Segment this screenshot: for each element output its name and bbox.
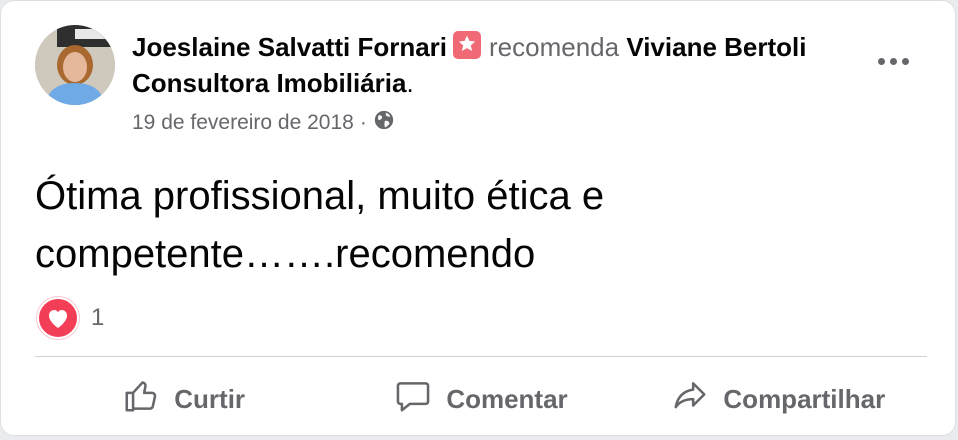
post-body: Ótima profissional, muito ética e compet… (35, 174, 605, 276)
like-icon (122, 377, 174, 422)
post-meta: 19 de fevereiro de 2018 · (132, 109, 395, 137)
meta-separator: · (359, 111, 367, 134)
author-name-link[interactable]: Joeslaine Salvatti Fornari (132, 32, 447, 62)
page-name-suffix: . (406, 68, 414, 98)
post-header: Joeslaine Salvatti Fornari recomenda Vivi… (132, 29, 832, 101)
share-label: Compartilhar (723, 383, 886, 414)
comment-icon (394, 377, 446, 422)
comment-label: Comentar (446, 383, 568, 414)
recommend-star-icon (453, 31, 482, 59)
post-actions-bar: Curtir Comentar Compartilhar (35, 365, 927, 433)
more-dot (901, 57, 909, 65)
share-button[interactable]: Compartilhar (630, 365, 927, 433)
author-avatar[interactable] (35, 25, 115, 105)
actions-divider (35, 356, 927, 357)
share-icon (671, 377, 723, 422)
recommend-verb: recomenda (489, 32, 620, 62)
like-button[interactable]: Curtir (35, 365, 332, 433)
reaction-count: 1 (91, 304, 105, 331)
comment-button[interactable]: Comentar (332, 365, 629, 433)
more-dot (889, 57, 897, 65)
globe-icon[interactable] (373, 109, 395, 137)
reactions-summary[interactable]: 1 (37, 297, 104, 339)
more-options-icon[interactable] (873, 49, 913, 73)
like-label: Curtir (174, 383, 246, 414)
review-post-card: Joeslaine Salvatti Fornari recomenda Vivi… (0, 0, 956, 436)
love-reaction-icon (37, 297, 79, 339)
post-date[interactable]: 19 de fevereiro de 2018 (132, 111, 354, 135)
more-dot (877, 57, 885, 65)
